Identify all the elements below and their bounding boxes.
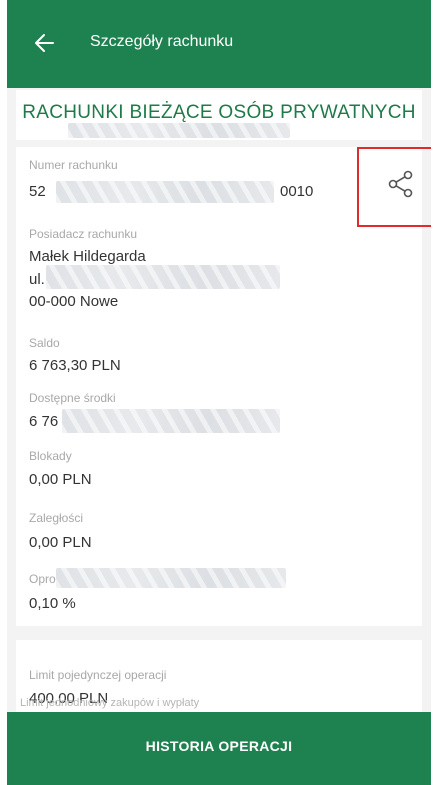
balance-value: 6 763,30 PLN: [29, 357, 121, 374]
balance-label: Saldo: [29, 336, 60, 350]
share-icon[interactable]: [387, 170, 415, 198]
account-number-prefix: 52: [29, 183, 46, 200]
page-title: Szczegóły rachunku: [90, 33, 234, 50]
app-bar: Szczegóły rachunku: [7, 0, 431, 88]
interest-label: Opro: [29, 572, 56, 586]
blocks-label: Blokady: [29, 449, 72, 463]
account-type-card: RACHUNKI BIEŻĄCE OSÓB PRYWATNYCH: [16, 90, 422, 140]
available-funds-value: 6 76: [29, 413, 59, 430]
operation-history-button[interactable]: HISTORIA OPERACJI: [7, 712, 431, 785]
daily-limit-label: Limit jednodniowy zakupów i wypłaty: [20, 697, 200, 709]
arrears-label: Zaległości: [29, 511, 84, 525]
arrow-left-icon[interactable]: [33, 33, 55, 53]
owner-name: Małek Hildegarda: [29, 248, 146, 265]
owner-label: Posiadacz rachunku: [29, 227, 138, 241]
arrears-value: 0,00 PLN: [29, 534, 92, 551]
redacted-account-name: [68, 123, 290, 138]
owner-city: 00-000 Nowe: [29, 293, 119, 310]
available-funds-label: Dostępne środki: [29, 391, 116, 405]
owner-street-prefix: ul.: [29, 271, 45, 288]
interest-value: 0,10 %: [29, 595, 76, 612]
account-type-title: RACHUNKI BIEŻĄCE OSÓB PRYWATNYCH: [22, 102, 416, 123]
blocks-value: 0,00 PLN: [29, 471, 92, 488]
single-operation-limit-label: Limit pojedynczej operacji: [29, 668, 167, 682]
account-number-label: Numer rachunku: [29, 158, 118, 172]
operation-history-label: HISTORIA OPERACJI: [145, 738, 293, 754]
account-number-suffix: 0010: [280, 183, 314, 200]
redacted-available-funds: [62, 409, 280, 433]
redacted-owner-street: [46, 265, 280, 289]
screen: Szczegóły rachunku RACHUNKI BIEŻĄCE OSÓB…: [7, 0, 431, 785]
redacted-account-number: [56, 181, 274, 203]
redacted-interest-label: [56, 568, 286, 588]
